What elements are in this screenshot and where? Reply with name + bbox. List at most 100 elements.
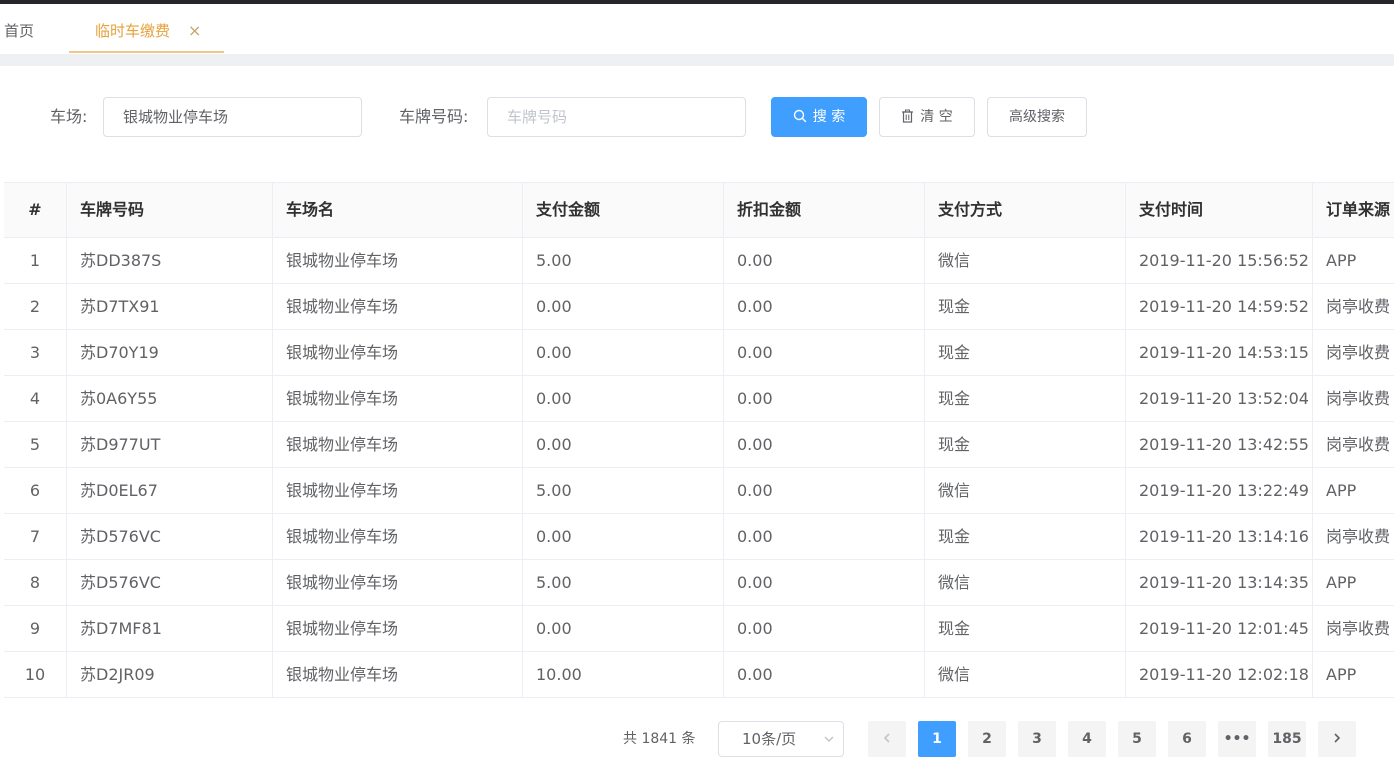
cell-source: 岗亭收费 (1312, 284, 1394, 329)
cell-plate: 苏D0EL67 (66, 468, 272, 513)
header-lot: 车场名 (272, 183, 522, 237)
table-row[interactable]: 6 苏D0EL67 银城物业停车场 5.00 0.00 微信 2019-11-20 13:2… (4, 468, 1394, 514)
cell-method: 微信 (924, 560, 1125, 605)
cell-source: 岗亭收费 (1312, 330, 1394, 375)
cell-discount: 0.00 (723, 560, 924, 605)
cell-plate: 苏0A6Y55 (66, 376, 272, 421)
header-method: 支付方式 (924, 183, 1125, 237)
tab-temp-car-payment[interactable]: 临时车缴费 × (69, 4, 224, 53)
cell-index: 10 (24, 665, 46, 684)
cell-method: 现金 (924, 284, 1125, 329)
search-icon (793, 109, 806, 123)
cell-paid: 5.00 (522, 560, 723, 605)
cell-discount: 0.00 (723, 514, 924, 559)
payment-table: # 车牌号码 车场名 支付金额 折扣金额 支付方式 支付时间 订单来源 1 苏DD387S 银城物业… (4, 182, 1394, 698)
cell-plate: 苏D7MF81 (66, 606, 272, 651)
cell-method: 现金 (924, 422, 1125, 467)
plate-input[interactable]: 车牌号码 (487, 97, 746, 137)
page-button[interactable]: 185 (1268, 721, 1306, 757)
cell-time: 2019-11-20 12:02:18 (1125, 652, 1312, 697)
table-header-row: # 车牌号码 车场名 支付金额 折扣金额 支付方式 支付时间 订单来源 (4, 183, 1394, 238)
cell-source: APP (1312, 468, 1394, 513)
page-size-label: 10条/页 (742, 730, 797, 748)
table-row[interactable]: 1 苏DD387S 银城物业停车场 5.00 0.00 微信 2019-11-20 15:5… (4, 238, 1394, 284)
table-row[interactable]: 9 苏D7MF81 银城物业停车场 0.00 0.00 现金 2019-11-20 12:0… (4, 606, 1394, 652)
table-row[interactable]: 5 苏D977UT 银城物业停车场 0.00 0.00 现金 2019-11-20 13:4… (4, 422, 1394, 468)
page-button[interactable]: 4 (1068, 721, 1106, 757)
prev-page-button[interactable] (868, 721, 906, 757)
cell-source: APP (1312, 560, 1394, 605)
cell-paid: 5.00 (522, 468, 723, 513)
cell-method: 微信 (924, 468, 1125, 513)
cell-paid: 0.00 (522, 606, 723, 651)
cell-index: 3 (29, 343, 41, 362)
table-row[interactable]: 3 苏D70Y19 银城物业停车场 0.00 0.00 现金 2019-11-20 14:5… (4, 330, 1394, 376)
cell-source: APP (1312, 652, 1394, 697)
page-button[interactable]: 3 (1018, 721, 1056, 757)
header-plate: 车牌号码 (66, 183, 272, 237)
plate-label: 车牌号码: (399, 107, 469, 126)
cell-method: 现金 (924, 514, 1125, 559)
cell-discount: 0.00 (723, 606, 924, 651)
cell-lot: 银城物业停车场 (272, 468, 522, 513)
cell-plate: 苏D70Y19 (66, 330, 272, 375)
cell-index: 7 (29, 527, 41, 546)
table-row[interactable]: 7 苏D576VC 银城物业停车场 0.00 0.00 现金 2019-11-20 13:1… (4, 514, 1394, 560)
more-pages-button[interactable]: ••• (1218, 721, 1256, 757)
cell-discount: 0.00 (723, 652, 924, 697)
cell-index: 8 (29, 573, 41, 592)
page-size-select[interactable]: 10条/页 (718, 721, 844, 757)
cell-paid: 0.00 (522, 330, 723, 375)
cell-discount: 0.00 (723, 330, 924, 375)
table-row[interactable]: 4 苏0A6Y55 银城物业停车场 0.00 0.00 现金 2019-11-20 13:5… (4, 376, 1394, 422)
cell-source: APP (1312, 238, 1394, 283)
cell-paid: 10.00 (522, 652, 723, 697)
next-page-button[interactable] (1318, 721, 1356, 757)
cell-discount: 0.00 (723, 468, 924, 513)
page-button[interactable]: 2 (968, 721, 1006, 757)
cell-lot: 银城物业停车场 (272, 376, 522, 421)
cell-time: 2019-11-20 14:59:52 (1125, 284, 1312, 329)
cell-time: 2019-11-20 13:22:49 (1125, 468, 1312, 513)
page-button[interactable]: 1 (918, 721, 956, 757)
cell-source: 岗亭收费 (1312, 422, 1394, 467)
cell-discount: 0.00 (723, 238, 924, 283)
close-icon[interactable]: × (188, 4, 201, 58)
chevron-left-icon (883, 733, 890, 743)
cell-source: 岗亭收费 (1312, 376, 1394, 421)
cell-paid: 0.00 (522, 376, 723, 421)
cell-paid: 0.00 (522, 284, 723, 329)
cell-plate: 苏D576VC (66, 514, 272, 559)
tab-home[interactable]: 首页 (4, 4, 34, 54)
cell-method: 现金 (924, 376, 1125, 421)
cell-index: 1 (29, 251, 41, 270)
cell-lot: 银城物业停车场 (272, 652, 522, 697)
header-paid: 支付金额 (522, 183, 723, 237)
cell-lot: 银城物业停车场 (272, 606, 522, 651)
divider (0, 54, 1394, 66)
cell-time: 2019-11-20 14:53:15 (1125, 330, 1312, 375)
table-row[interactable]: 8 苏D576VC 银城物业停车场 5.00 0.00 微信 2019-11-20 13:1… (4, 560, 1394, 606)
header-source: 订单来源 (1312, 183, 1394, 237)
page-button[interactable]: 6 (1168, 721, 1206, 757)
cell-discount: 0.00 (723, 422, 924, 467)
lot-label: 车场: (50, 107, 88, 126)
cell-time: 2019-11-20 13:14:35 (1125, 560, 1312, 605)
cell-plate: 苏D576VC (66, 560, 272, 605)
table-row[interactable]: 10 苏D2JR09 银城物业停车场 10.00 0.00 微信 2019-11-20 12… (4, 652, 1394, 698)
cell-plate: 苏D7TX91 (66, 284, 272, 329)
table-row[interactable]: 2 苏D7TX91 银城物业停车场 0.00 0.00 现金 2019-11-20 14:5… (4, 284, 1394, 330)
cell-time: 2019-11-20 12:01:45 (1125, 606, 1312, 651)
chevron-down-icon (824, 736, 834, 742)
header-index: # (28, 200, 42, 219)
cell-time: 2019-11-20 13:14:16 (1125, 514, 1312, 559)
cell-time: 2019-11-20 13:42:55 (1125, 422, 1312, 467)
cell-method: 现金 (924, 606, 1125, 651)
cell-method: 微信 (924, 652, 1125, 697)
lot-select[interactable]: 银城物业停车场 (103, 97, 362, 137)
cell-plate: 苏D2JR09 (66, 652, 272, 697)
clear-button[interactable]: 清 空 (879, 97, 975, 137)
page-button[interactable]: 5 (1118, 721, 1156, 757)
search-button[interactable]: 搜 索 (771, 97, 867, 137)
advanced-search-button[interactable]: 高级搜索 (987, 97, 1087, 137)
